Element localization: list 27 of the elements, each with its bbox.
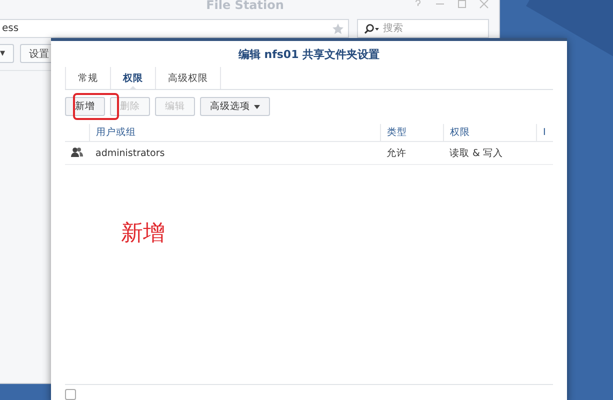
toolbar-button[interactable]: ▾ <box>0 44 14 63</box>
table-cell: 允许 <box>380 142 444 164</box>
close-icon[interactable] <box>479 0 489 9</box>
checkbox[interactable] <box>65 389 76 400</box>
dialog-title: 编辑 nfs01 共享文件夹设置 <box>237 47 381 63</box>
table-cell: 读取 & 写入 <box>444 142 536 164</box>
star-icon[interactable] <box>332 22 344 34</box>
tab[interactable]: 常规 <box>65 67 111 89</box>
help-icon[interactable] <box>413 0 423 9</box>
column-header[interactable]: I <box>536 124 553 142</box>
search-icon <box>364 24 380 34</box>
tab[interactable]: 高级权限 <box>156 67 221 89</box>
annotation-text: 新增 <box>121 220 165 248</box>
column-header[interactable]: 用户或组 <box>90 124 380 142</box>
column-header[interactable]: 权限 <box>444 124 536 142</box>
path-field[interactable]: ess <box>0 19 349 38</box>
user-group-icon <box>71 146 83 156</box>
action-button[interactable]: 新增 <box>65 97 105 116</box>
caret-icon <box>254 104 260 108</box>
maximize-icon[interactable] <box>457 0 467 9</box>
table-cell: administrators <box>90 142 380 164</box>
search-input[interactable]: 搜索 <box>383 23 463 34</box>
column-header[interactable]: 类型 <box>380 124 444 142</box>
window-title: File Station <box>206 0 284 12</box>
tab[interactable]: 权限 <box>111 67 156 89</box>
action-button[interactable]: 高级选项 <box>200 97 270 116</box>
search-field[interactable]: 搜索 <box>357 19 489 38</box>
